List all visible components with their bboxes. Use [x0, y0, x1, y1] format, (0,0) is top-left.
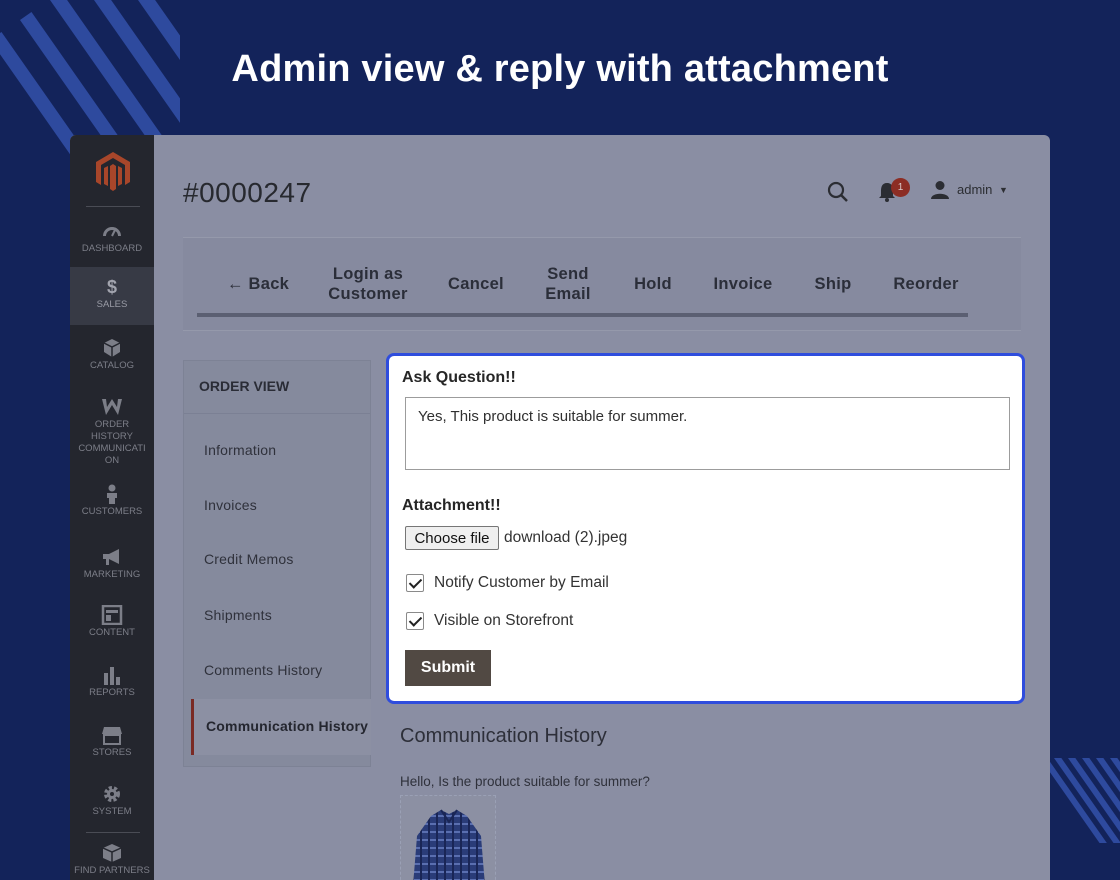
order-actions-toolbar: ← Back Login as Customer Cancel Send Ema…: [183, 237, 1021, 331]
magento-logo: [96, 152, 130, 191]
sidebar-item-label: CATALOG: [90, 360, 134, 371]
sidebar-item-label: REPORTS: [89, 687, 135, 698]
choose-file-button[interactable]: Choose file: [405, 526, 499, 550]
dollar-icon: $: [106, 277, 117, 297]
sidebar-item-label: CUSTOMERS: [81, 506, 143, 517]
megaphone-icon: [103, 549, 119, 565]
communication-history-title: Communication History: [400, 725, 607, 747]
shirt-image: [413, 809, 485, 880]
sidebar-item-label: SYSTEM: [92, 806, 132, 817]
user-menu-name[interactable]: admin: [957, 182, 992, 197]
search-icon[interactable]: [826, 180, 850, 204]
visible-storefront-checkbox[interactable]: [406, 612, 424, 630]
person-icon: [107, 484, 117, 504]
sidebar-item-marketing[interactable]: MARKETING: [70, 547, 154, 581]
page-headline: Admin view & reply with attachment: [231, 48, 889, 90]
box-icon: [102, 844, 122, 862]
send-email-button[interactable]: Send Email: [543, 264, 593, 304]
hold-button[interactable]: Hold: [631, 274, 675, 294]
tab-information[interactable]: Information: [204, 442, 276, 458]
cube-icon: [103, 339, 121, 357]
sidebar-item-stores[interactable]: STORES: [70, 725, 154, 759]
notify-customer-checkbox[interactable]: [406, 574, 424, 592]
w-icon: [102, 399, 122, 415]
arrow-left-icon: ←: [226, 275, 249, 293]
store-icon: [102, 727, 122, 745]
admin-sidebar: DASHBOARD $ SALES CATALOG ORDER HISTORY …: [70, 135, 154, 880]
sidebar-item-reports[interactable]: REPORTS: [70, 665, 154, 699]
admin-window: DASHBOARD $ SALES CATALOG ORDER HISTORY …: [70, 135, 1050, 880]
layout-icon: [101, 605, 123, 625]
invoice-button[interactable]: Invoice: [711, 274, 775, 294]
ship-button[interactable]: Ship: [811, 274, 855, 294]
question-label: Ask Question!!: [402, 369, 516, 386]
gear-icon: [104, 786, 120, 802]
attachment-thumbnail[interactable]: [400, 795, 496, 880]
sidebar-item-label: STORES: [92, 747, 132, 758]
selected-file-name: download (2).jpeg: [504, 529, 628, 546]
sidebar-item-content[interactable]: CONTENT: [70, 605, 154, 639]
reply-form: Ask Question!! Yes, This product is suit…: [386, 353, 1025, 704]
tab-comments-history[interactable]: Comments History: [204, 662, 322, 678]
question-textarea[interactable]: Yes, This product is suitable for summer…: [405, 397, 1010, 470]
bar-chart-icon: [104, 667, 120, 685]
sidebar-item-sales[interactable]: $ SALES: [70, 267, 154, 325]
tab-shipments[interactable]: Shipments: [204, 607, 272, 623]
sidebar-item-customers[interactable]: CUSTOMERS: [70, 484, 154, 518]
toolbar-scrollbar[interactable]: [197, 313, 968, 317]
tab-communication-history[interactable]: Communication History: [191, 699, 371, 755]
sidebar-item-label: FIND PARTNERS: [74, 865, 150, 876]
user-icon[interactable]: [930, 180, 950, 200]
sidebar-item-label: SALES: [96, 299, 128, 310]
visible-storefront-label: Visible on Storefront: [434, 612, 574, 629]
cancel-button[interactable]: Cancel: [445, 274, 507, 294]
communication-message: Hello, Is the product suitable for summe…: [400, 774, 650, 789]
submit-button[interactable]: Submit: [405, 650, 491, 686]
chevron-down-icon[interactable]: ▼: [999, 185, 1008, 195]
sidebar-item-label: CONTENT: [89, 627, 135, 638]
sidebar-item-label: DASHBOARD: [81, 243, 143, 254]
sidebar-item-label: ORDER HISTORY COMMUNICATI ON: [78, 419, 146, 466]
sidebar-item-order-history-communication[interactable]: ORDER HISTORY COMMUNICATI ON: [70, 397, 154, 467]
tab-invoices[interactable]: Invoices: [204, 497, 257, 513]
attachment-label: Attachment!!: [402, 497, 501, 514]
order-view-nav: ORDER VIEW Information Invoices Credit M…: [183, 360, 371, 767]
reorder-button[interactable]: Reorder: [889, 274, 963, 294]
decorative-stripes-bottom-right: [1050, 758, 1120, 843]
page-title: #0000247: [183, 177, 312, 208]
divider: [184, 413, 370, 414]
tab-credit-memos[interactable]: Credit Memos: [204, 551, 294, 567]
sidebar-item-dashboard[interactable]: DASHBOARD: [70, 221, 154, 255]
order-view-title: ORDER VIEW: [199, 378, 290, 394]
back-button[interactable]: ← Back: [223, 274, 293, 294]
sidebar-item-label: MARKETING: [83, 569, 141, 580]
sidebar-item-catalog[interactable]: CATALOG: [70, 338, 154, 372]
dashboard-icon: [103, 227, 121, 237]
login-as-customer-button[interactable]: Login as Customer: [323, 264, 413, 304]
logo-divider: [86, 206, 140, 207]
notify-customer-label: Notify Customer by Email: [434, 574, 609, 591]
sidebar-item-find-partners[interactable]: FIND PARTNERS: [70, 843, 154, 877]
notification-badge: 1: [891, 178, 910, 197]
sidebar-item-system[interactable]: SYSTEM: [70, 784, 154, 818]
sidebar-divider: [86, 832, 140, 833]
